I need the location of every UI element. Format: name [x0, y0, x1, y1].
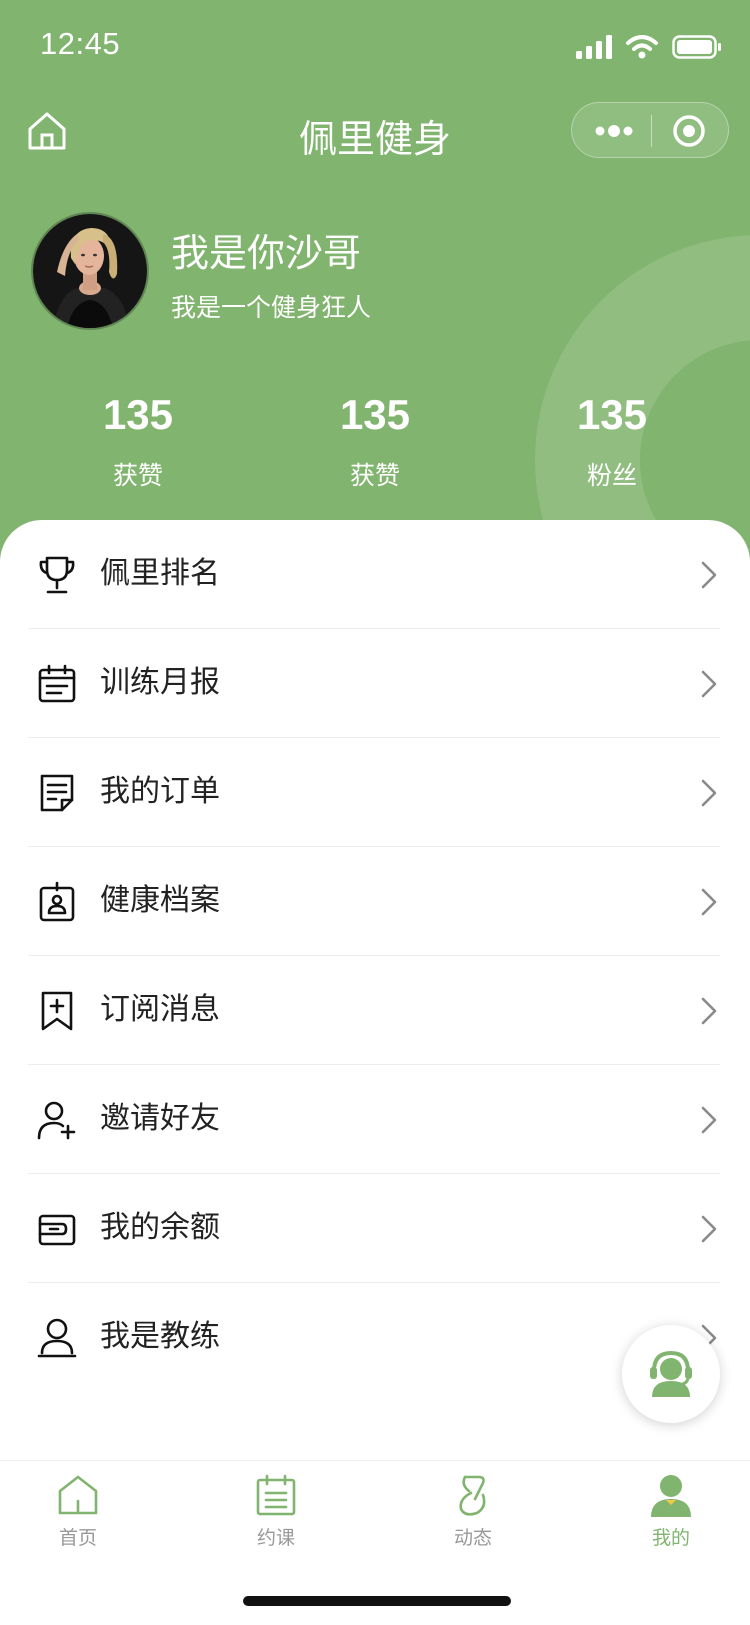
capsule-divider [651, 115, 652, 147]
tab-label: 首页 [58, 1527, 97, 1549]
stat-label: 获赞 [112, 461, 163, 490]
signal-icon [576, 35, 612, 59]
menu-item-ranking[interactable]: 佩里排名 [28, 520, 720, 629]
menu-label: 我的余额 [100, 1210, 220, 1245]
menu-item-invite-friends[interactable]: 邀请好友 [28, 1065, 720, 1174]
moments-icon [459, 1475, 486, 1516]
stat-value: 135 [576, 391, 648, 438]
chevron-right-icon [701, 888, 717, 916]
trophy-icon [39, 556, 75, 594]
home-icon [58, 1475, 98, 1515]
stat-label: 获赞 [349, 461, 400, 490]
more-icon[interactable] [594, 119, 634, 143]
menu-label: 佩里排名 [100, 556, 220, 591]
health-file-icon [39, 881, 75, 922]
status-icons [576, 30, 722, 64]
chevron-right-icon [701, 561, 717, 589]
user-bio: 我是一个健身狂人 [171, 293, 372, 322]
tab-label: 动态 [453, 1527, 492, 1549]
stat-fans[interactable]: 135 粉丝 [512, 390, 712, 492]
menu-label: 我是教练 [100, 1319, 220, 1354]
menu-item-training-report[interactable]: 训练月报 [28, 629, 720, 738]
profile-header: 12:45 佩里健身 我是你沙哥 我是一个健身狂人 135 获赞 135 获赞 … [0, 0, 750, 560]
customer-service-icon [650, 1350, 692, 1397]
add-user-icon [37, 1101, 76, 1140]
avatar-photo [33, 214, 147, 328]
tab-label: 我的 [651, 1527, 690, 1549]
menu-label: 训练月报 [100, 665, 220, 700]
status-time: 12:45 [40, 26, 121, 61]
home-indicator [243, 1596, 511, 1606]
menu-item-health-records[interactable]: 健康档案 [28, 847, 720, 956]
menu-item-subscriptions[interactable]: 订阅消息 [28, 956, 720, 1065]
battery-icon [672, 35, 721, 59]
target-icon[interactable] [672, 114, 706, 148]
menu-label: 健康档案 [100, 883, 220, 918]
tab-moments[interactable]: 动态 [413, 1473, 533, 1550]
chevron-right-icon [701, 670, 717, 698]
order-doc-icon [40, 774, 74, 812]
user-name: 我是你沙哥 [171, 231, 362, 275]
tab-label: 约课 [256, 1527, 295, 1549]
avatar[interactable] [31, 212, 149, 330]
wifi-icon [626, 35, 658, 59]
chevron-right-icon [701, 997, 717, 1025]
tab-booking[interactable]: 约课 [216, 1473, 336, 1550]
menu-label: 邀请好友 [100, 1101, 220, 1136]
menu-label: 我的订单 [100, 774, 220, 809]
stat-label: 粉丝 [586, 461, 637, 490]
tab-profile[interactable]: 我的 [611, 1473, 731, 1550]
stat-likes-2[interactable]: 135 获赞 [275, 390, 475, 492]
bookmark-plus-icon [41, 991, 73, 1031]
stat-likes[interactable]: 135 获赞 [38, 390, 238, 492]
menu-card: 佩里排名 训练月报 我的订单 健康档案 订阅消息 邀请好友 我的余额 我是教练 [0, 520, 750, 1460]
stat-value: 135 [339, 391, 411, 438]
schedule-icon [256, 1474, 296, 1516]
stat-value: 135 [102, 391, 174, 438]
menu-item-balance[interactable]: 我的余额 [28, 1174, 720, 1283]
coach-icon [37, 1318, 77, 1358]
chevron-right-icon [701, 1215, 717, 1243]
wallet-icon [38, 1214, 76, 1246]
chevron-right-icon [701, 779, 717, 807]
menu-label: 订阅消息 [100, 992, 220, 1027]
customer-service-button[interactable] [622, 1325, 720, 1423]
menu-item-orders[interactable]: 我的订单 [28, 738, 720, 847]
chevron-right-icon [701, 1106, 717, 1134]
profile-icon [651, 1475, 691, 1517]
tab-home[interactable]: 首页 [18, 1473, 138, 1550]
calendar-icon [38, 664, 76, 703]
mini-program-capsule [571, 102, 729, 158]
menu-item-coach[interactable]: 我是教练 [28, 1283, 720, 1392]
